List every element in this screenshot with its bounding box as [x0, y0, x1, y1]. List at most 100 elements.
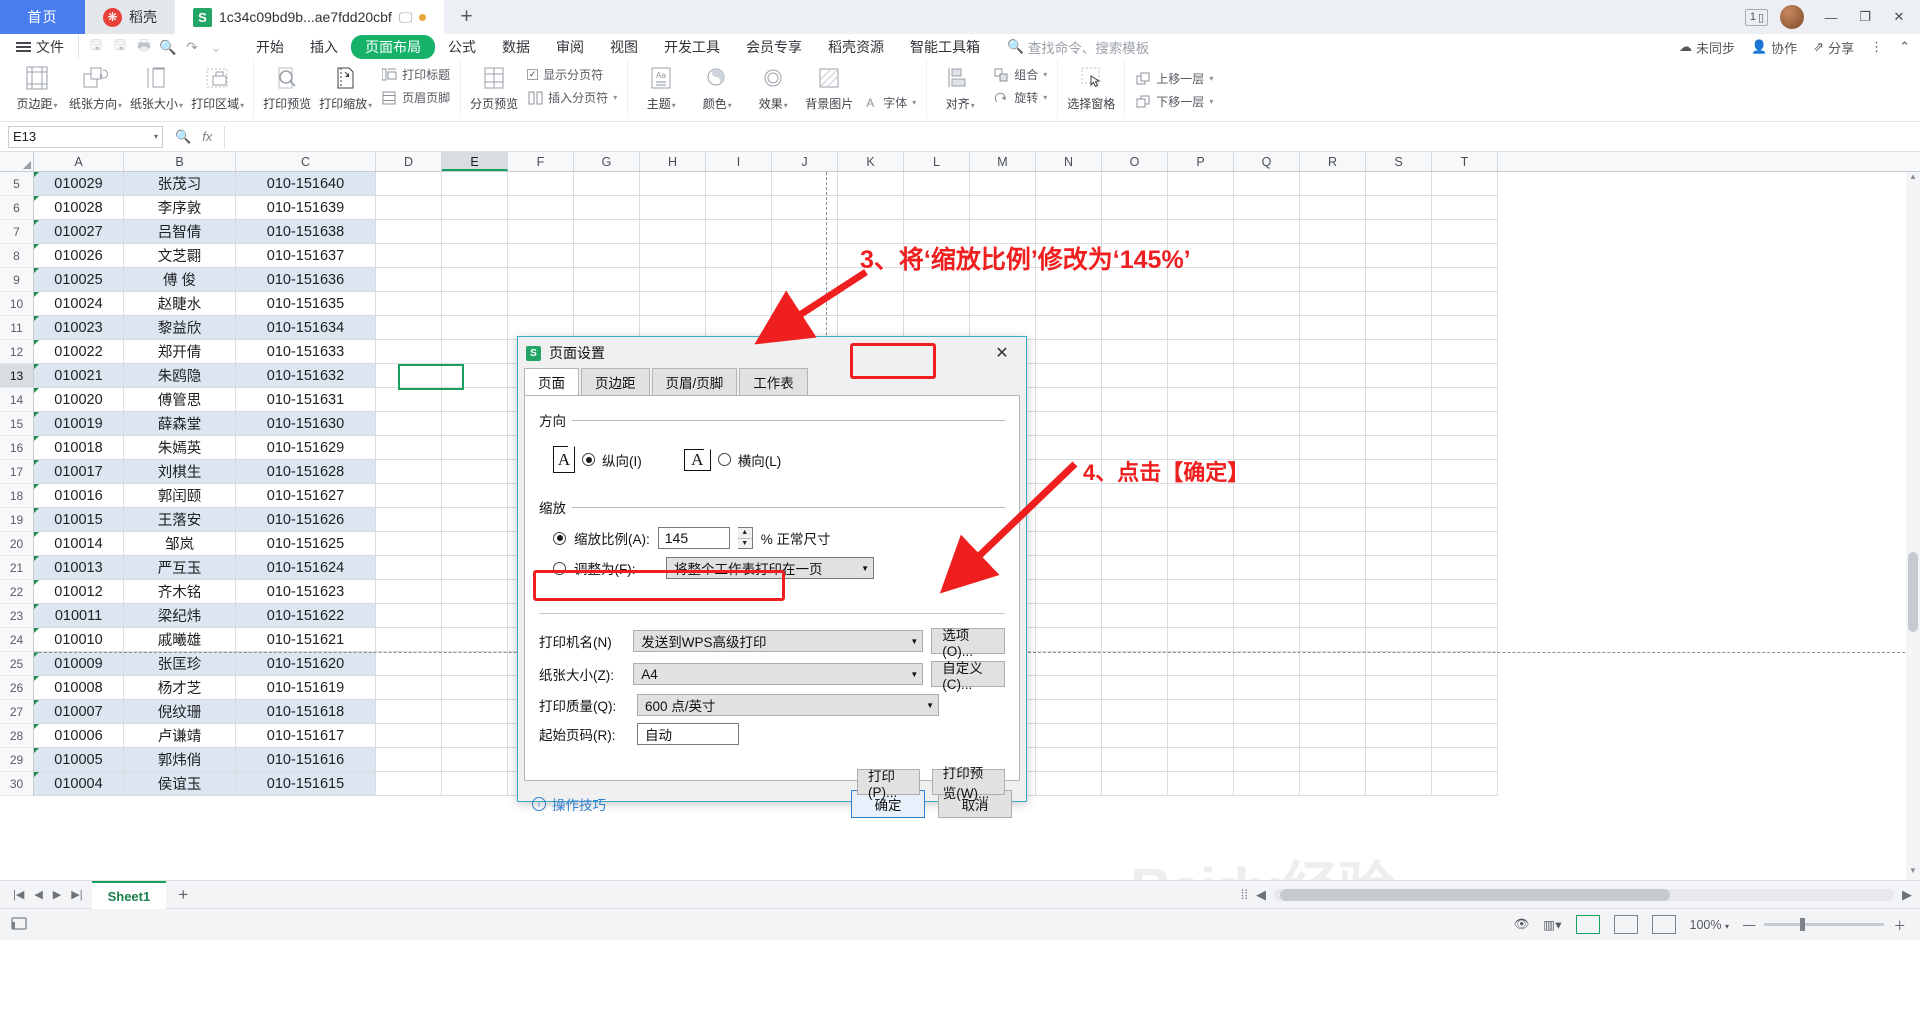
row-header[interactable]: 11: [0, 316, 33, 340]
cell-value[interactable]: 010005: [34, 748, 124, 772]
cell-empty[interactable]: [1102, 580, 1168, 604]
cell-empty[interactable]: [1366, 484, 1432, 508]
row-header[interactable]: 24: [0, 628, 33, 652]
monitor-icon[interactable]: 🖵: [399, 9, 413, 26]
minus-icon[interactable]: —: [1743, 918, 1756, 932]
column-header-I[interactable]: I: [706, 152, 772, 171]
cell-empty[interactable]: [1366, 316, 1432, 340]
cell-empty[interactable]: [1300, 772, 1366, 796]
cell-empty[interactable]: [1300, 652, 1366, 676]
cell-empty[interactable]: [640, 172, 706, 196]
row-header[interactable]: 8: [0, 244, 33, 268]
cell-empty[interactable]: [508, 220, 574, 244]
scroll-right-icon[interactable]: ▶: [1902, 887, 1912, 903]
cell-empty[interactable]: [376, 316, 442, 340]
cell-value[interactable]: 010-151623: [236, 580, 376, 604]
last-page-icon[interactable]: ▶|: [71, 888, 82, 901]
cell-empty[interactable]: [706, 268, 772, 292]
save-as-icon[interactable]: 🖫: [109, 35, 131, 59]
tab-smart-toolbox[interactable]: 智能工具箱: [897, 35, 993, 59]
zoom-level-dropdown[interactable]: 100% ▾: [1690, 918, 1729, 932]
cell-empty[interactable]: [1102, 172, 1168, 196]
cell-empty[interactable]: [376, 172, 442, 196]
column-header-T[interactable]: T: [1432, 152, 1498, 171]
cell-empty[interactable]: [640, 244, 706, 268]
cell-value[interactable]: 010-151629: [236, 436, 376, 460]
print-preview-dialog-button[interactable]: 打印预览(W)...: [931, 766, 1005, 801]
scroll-down-icon[interactable]: ▼: [1906, 866, 1920, 880]
cell-empty[interactable]: [1102, 700, 1168, 724]
cell-empty[interactable]: [376, 460, 442, 484]
column-header-M[interactable]: M: [970, 152, 1036, 171]
show-page-break-checkbox[interactable]: ✓ 显示分页符: [522, 64, 622, 85]
next-page-icon[interactable]: ▶: [53, 888, 61, 901]
cell-value[interactable]: 张匡珍: [124, 652, 236, 676]
cell-value[interactable]: 赵睫水: [124, 292, 236, 316]
cell-empty[interactable]: [1036, 652, 1102, 676]
row-header[interactable]: 6: [0, 196, 33, 220]
cell-empty[interactable]: [1036, 772, 1102, 796]
cell-value[interactable]: 倪纹珊: [124, 700, 236, 724]
scale-percent-radio[interactable]: [553, 531, 566, 545]
dialog-tab-margins[interactable]: 页边距: [581, 368, 650, 395]
cell-value[interactable]: 010026: [34, 244, 124, 268]
cell-empty[interactable]: [508, 196, 574, 220]
dialog-tab-page[interactable]: 页面: [524, 368, 579, 396]
landscape-option[interactable]: A 横向(L): [683, 448, 781, 471]
page-layout-icon[interactable]: ▥▾: [1543, 917, 1561, 932]
cell-value[interactable]: 010011: [34, 604, 124, 628]
cell-value[interactable]: 010013: [34, 556, 124, 580]
cell-value[interactable]: 郭炜俏: [124, 748, 236, 772]
zoom-slider[interactable]: — ＋: [1743, 915, 1906, 934]
cell-empty[interactable]: [1102, 196, 1168, 220]
print-titles-button[interactable]: 打印标题: [376, 64, 455, 85]
cell-empty[interactable]: [1366, 460, 1432, 484]
colors-button[interactable]: 颜色▾: [689, 62, 745, 114]
cell-empty[interactable]: [1432, 460, 1498, 484]
cell-empty[interactable]: [1432, 244, 1498, 268]
cell-empty[interactable]: [772, 244, 838, 268]
bring-forward-button[interactable]: 上移一层 ▾: [1130, 68, 1218, 89]
cell-empty[interactable]: [1432, 436, 1498, 460]
cell-value[interactable]: 010022: [34, 340, 124, 364]
column-header-S[interactable]: S: [1366, 152, 1432, 171]
tab-dahe[interactable]: ❋ 稻壳: [85, 0, 175, 34]
redo-icon[interactable]: ↷: [181, 39, 203, 56]
cell-empty[interactable]: [838, 292, 904, 316]
cell-empty[interactable]: [1300, 484, 1366, 508]
cell-empty[interactable]: [442, 508, 508, 532]
column-header-C[interactable]: C: [236, 152, 376, 171]
add-sheet-icon[interactable]: +: [166, 885, 200, 905]
vertical-scrollbar[interactable]: ▲ ▼: [1906, 172, 1920, 880]
cell-value[interactable]: 010-151635: [236, 292, 376, 316]
cell-value[interactable]: 010-151620: [236, 652, 376, 676]
cell-empty[interactable]: [1036, 412, 1102, 436]
row-header[interactable]: 18: [0, 484, 33, 508]
cell-empty[interactable]: [1300, 172, 1366, 196]
cell-empty[interactable]: [1366, 652, 1432, 676]
send-backward-button[interactable]: 下移一层 ▾: [1130, 91, 1218, 112]
cell-empty[interactable]: [442, 580, 508, 604]
cell-empty[interactable]: [1102, 412, 1168, 436]
fit-to-dropdown[interactable]: 将整个工作表打印在一页 ▼: [666, 557, 874, 579]
cell-empty[interactable]: [1036, 748, 1102, 772]
sync-status-button[interactable]: ☁ 未同步: [1679, 38, 1735, 57]
cell-value[interactable]: 010-151632: [236, 364, 376, 388]
print-quality-dropdown[interactable]: 600 点/英寸 ▼: [637, 694, 939, 716]
cell-empty[interactable]: [1036, 700, 1102, 724]
cell-empty[interactable]: [640, 292, 706, 316]
row-header[interactable]: 9: [0, 268, 33, 292]
cell-empty[interactable]: [1168, 412, 1234, 436]
cell-empty[interactable]: [1432, 652, 1498, 676]
cell-value[interactable]: 卢谦靖: [124, 724, 236, 748]
cell-empty[interactable]: [1036, 580, 1102, 604]
share-button[interactable]: ⇗ 分享: [1813, 38, 1854, 57]
cell-value[interactable]: 严互玉: [124, 556, 236, 580]
cell-value[interactable]: 吕智倩: [124, 220, 236, 244]
cell-value[interactable]: 010014: [34, 532, 124, 556]
cell-empty[interactable]: [772, 292, 838, 316]
cell-empty[interactable]: [1366, 244, 1432, 268]
tab-view[interactable]: 视图: [597, 35, 651, 59]
cell-empty[interactable]: [1168, 748, 1234, 772]
cell-empty[interactable]: [1432, 700, 1498, 724]
